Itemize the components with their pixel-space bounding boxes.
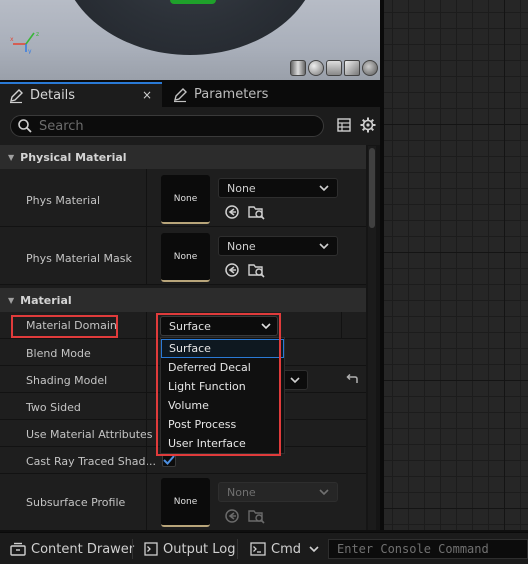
table-view-icon[interactable] [337,118,351,132]
cylinder-preview-icon[interactable] [290,60,306,76]
svg-text:z: z [36,31,39,38]
use-selected-asset-icon[interactable] [224,204,240,220]
material-domain-dropdown: Surface Deferred Decal Light Function Vo… [160,337,285,454]
bottom-toolbar: Content Drawer Output Log Cmd Enter Cons… [0,532,528,564]
pencil-icon [10,88,23,103]
cmd-label: Cmd [271,541,301,557]
property-label: Shading Model [26,374,108,387]
content-drawer-button[interactable]: Content Drawer [10,533,134,564]
use-selected-asset-icon[interactable] [224,508,240,524]
output-log-button[interactable]: Output Log [144,533,236,564]
asset-actions [224,262,266,278]
material-graph-canvas[interactable] [384,0,528,530]
preview-highlight [170,0,216,4]
reset-to-default-icon[interactable] [345,374,359,386]
console-placeholder: Enter Console Command [337,542,489,556]
svg-text:y: y [28,48,32,54]
chevron-down-icon [290,376,300,383]
property-row-phys-material: Phys Material None None [0,169,366,227]
details-toolbar: Search [0,107,380,145]
console-icon [250,542,266,556]
sphere-preview-icon[interactable] [308,60,324,76]
preview-mesh-toolbar [290,60,378,76]
expand-triangle-icon: ▼ [8,152,15,162]
tab-close-icon[interactable]: × [142,88,152,102]
dropdown-option-user-interface[interactable]: User Interface [161,434,284,453]
asset-thumbnail[interactable]: None [161,233,210,282]
use-selected-asset-icon[interactable] [224,262,240,278]
cast-ray-traced-shadows-checkbox[interactable] [162,453,176,467]
chevron-down-icon [261,322,271,329]
category-material[interactable]: ▼ Material [0,288,366,312]
dropdown-option-surface[interactable]: Surface [161,339,284,358]
category-title: Material [20,293,72,307]
material-preview-viewport[interactable]: x z y [0,0,380,80]
category-physical-material[interactable]: ▼ Physical Material [0,145,366,169]
category-title: Physical Material [20,150,127,164]
checkmark-icon [163,455,175,465]
property-label: Use Material Attributes [26,428,153,441]
property-label: Material Domain [26,319,117,332]
tab-parameters[interactable]: Parameters [164,82,314,107]
tab-bar: Details × Parameters [0,80,380,107]
expand-triangle-icon: ▼ [8,295,15,305]
browse-asset-icon[interactable] [248,262,266,278]
shading-model-combo[interactable] [282,370,308,390]
asset-picker-combo[interactable]: None [218,178,338,198]
property-label: Two Sided [26,401,81,414]
tab-details[interactable]: Details × [0,82,162,107]
browse-asset-icon[interactable] [248,204,266,220]
property-row-phys-material-mask: Phys Material Mask None None [0,227,366,285]
search-placeholder: Search [39,118,84,134]
details-scrollbar[interactable] [368,146,376,530]
property-label: Subsurface Profile [26,496,126,509]
pencil-icon [174,87,187,102]
tab-details-label: Details [30,88,76,103]
asset-picker-combo[interactable]: None [218,236,338,256]
cube-preview-icon[interactable] [344,60,360,76]
svg-text:x: x [10,36,14,43]
property-row-subsurface-profile: Subsurface Profile None None [0,474,366,530]
dropdown-option-post-process[interactable]: Post Process [161,415,284,434]
output-log-label: Output Log [163,541,236,557]
preview-mesh [60,0,320,55]
plane-preview-icon[interactable] [326,60,342,76]
asset-thumbnail[interactable]: None [161,175,210,224]
dropdown-option-deferred-decal[interactable]: Deferred Decal [161,358,284,377]
asset-thumbnail[interactable]: None [161,478,210,527]
property-row-material-domain: Material Domain Surface [0,312,366,339]
dropdown-option-light-function[interactable]: Light Function [161,377,284,396]
chevron-down-icon [319,242,329,249]
details-panel: Details × Parameters Search ▼ Physical M… [0,80,380,530]
tab-parameters-label: Parameters [194,87,269,102]
chevron-down-icon [319,184,329,191]
teapot-preview-icon[interactable] [362,60,378,76]
content-drawer-label: Content Drawer [31,541,135,557]
dropdown-option-volume[interactable]: Volume [161,396,284,415]
chevron-down-icon [319,488,329,495]
output-log-icon [144,542,158,556]
browse-asset-icon[interactable] [248,508,266,524]
property-label: Phys Material Mask [26,252,132,265]
asset-actions [224,204,266,220]
property-label: Blend Mode [26,347,91,360]
chevron-down-icon [309,545,319,552]
property-label: Phys Material [26,194,101,207]
property-label: Cast Ray Traced Shad... [26,455,156,468]
scrollbar-thumb[interactable] [369,148,375,228]
asset-picker-combo[interactable]: None [218,482,338,502]
asset-actions [224,508,266,524]
content-drawer-icon [10,542,26,556]
material-domain-combo[interactable]: Surface [160,316,278,336]
search-icon [18,119,32,133]
cmd-selector-button[interactable]: Cmd [250,533,319,564]
search-input[interactable]: Search [10,115,324,137]
console-command-input[interactable]: Enter Console Command [328,539,528,559]
axis-gizmo-icon: x z y [10,31,39,54]
gear-icon[interactable] [360,117,376,133]
